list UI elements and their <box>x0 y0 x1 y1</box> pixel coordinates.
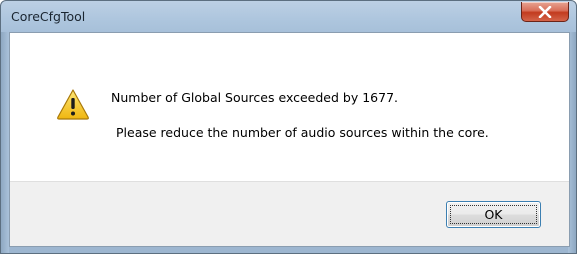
title-bar[interactable]: CoreCfgTool <box>1 1 576 32</box>
message-line-2: Please reduce the number of audio source… <box>116 125 489 140</box>
window-title: CoreCfgTool <box>11 9 86 24</box>
close-icon <box>538 5 552 18</box>
dialog-window: CoreCfgTool Number of Global Sources exc… <box>0 0 577 254</box>
message-area: Number of Global Sources exceeded by 167… <box>10 33 569 181</box>
button-bar: OK <box>10 181 569 246</box>
warning-icon <box>57 89 89 120</box>
window-frame-left <box>1 32 9 253</box>
dialog-client-area: Number of Global Sources exceeded by 167… <box>9 32 570 247</box>
message-line-1: Number of Global Sources exceeded by 167… <box>111 90 398 105</box>
close-button[interactable] <box>521 2 569 22</box>
focus-ring <box>450 205 537 224</box>
ok-button[interactable]: OK <box>446 201 541 228</box>
